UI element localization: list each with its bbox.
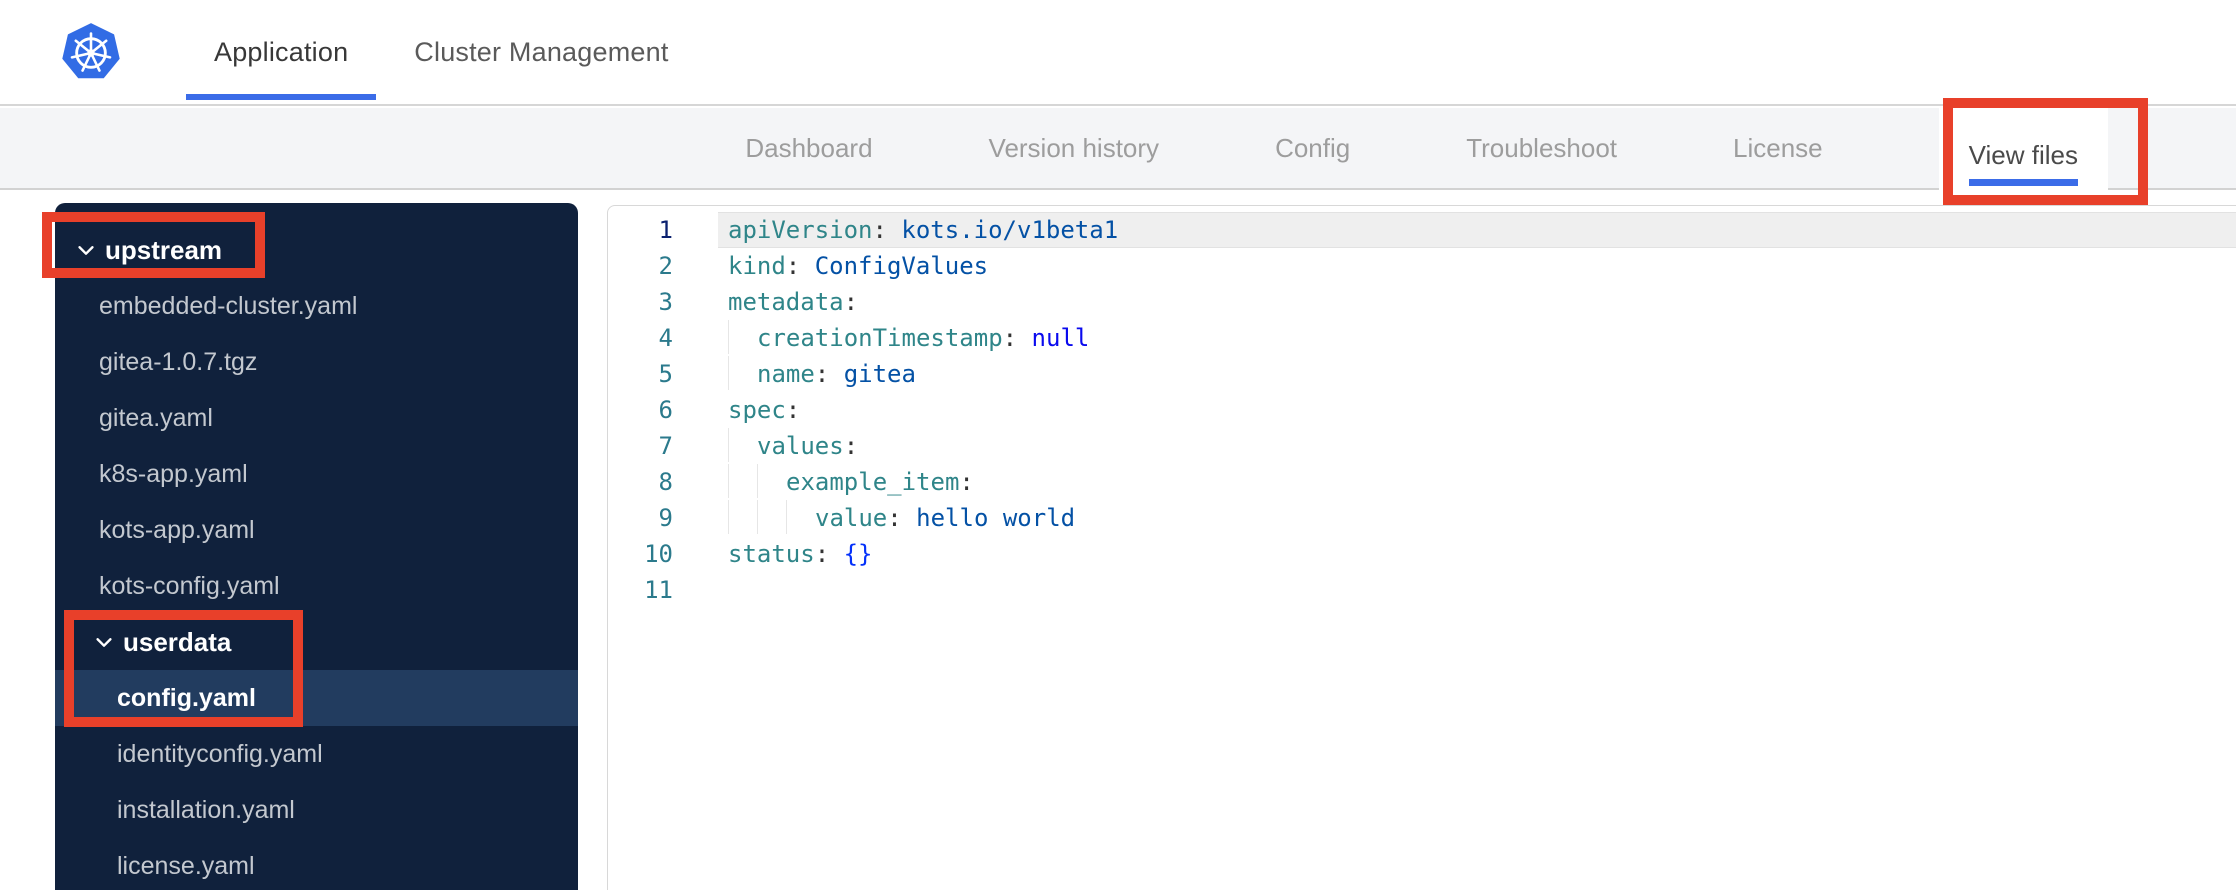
code-line: 10 status: {} [608, 536, 2236, 572]
code-editor[interactable]: 1 apiVersion: kots.io/v1beta1 2 kind: Co… [607, 205, 2236, 890]
token-key: name [757, 360, 815, 388]
line-number: 5 [658, 360, 673, 388]
token-punc: : [872, 216, 902, 244]
tree-file-embedded-cluster-yaml[interactable]: embedded-cluster.yaml [55, 278, 578, 334]
token-val: gitea [843, 360, 916, 388]
top-tab-bar: Application Cluster Management [186, 0, 697, 104]
token-punc: : [785, 396, 801, 424]
kubernetes-logo [62, 22, 120, 84]
subnav-item-dashboard[interactable]: Dashboard [745, 108, 872, 188]
tree-file-config-yaml[interactable]: config.yaml [55, 670, 578, 726]
tree-file-gitea-yaml[interactable]: gitea.yaml [55, 390, 578, 446]
token-key: values [757, 432, 844, 460]
line-content: creationTimestamp: null [718, 320, 2236, 356]
tree-file-identityconfig-yaml[interactable]: identityconfig.yaml [55, 726, 578, 782]
line-content: example_item: [718, 464, 2236, 500]
code-line: 6 spec: [608, 392, 2236, 428]
subnav-item-version-history[interactable]: Version history [989, 108, 1160, 188]
chevron-down-icon [96, 638, 112, 647]
token-key: creationTimestamp [757, 324, 1003, 352]
line-content: spec: [718, 392, 2236, 428]
token-key: status [728, 540, 815, 568]
line-number: 9 [658, 504, 673, 532]
token-punc: : [814, 360, 844, 388]
line-number: 4 [658, 324, 673, 352]
kots-admin-console: Application Cluster Management Dashboard V… [0, 0, 2236, 890]
line-content: metadata: [718, 284, 2236, 320]
token-key: value [815, 504, 888, 532]
top-bar: Application Cluster Management [0, 0, 2236, 106]
file-tree-sidebar: upstream embedded-cluster.yaml gitea-1.0… [55, 203, 578, 890]
subnav-item-license[interactable]: License [1733, 108, 1823, 188]
line-number: 7 [658, 432, 673, 460]
line-number: 8 [658, 468, 673, 496]
code-line: 7 values: [608, 428, 2236, 464]
top-tab-application[interactable]: Application [186, 0, 377, 104]
token-punc: : [843, 432, 859, 460]
token-val: ConfigValues [814, 252, 989, 280]
code-line: 4 creationTimestamp: null [608, 320, 2236, 356]
code-line: 1 apiVersion: kots.io/v1beta1 [608, 212, 2236, 248]
line-number: 6 [658, 396, 673, 424]
code-line: 2 kind: ConfigValues [608, 248, 2236, 284]
tree-file-gitea-1-0-7-tgz[interactable]: gitea-1.0.7.tgz [55, 334, 578, 390]
tree-file-kots-app-yaml[interactable]: kots-app.yaml [55, 502, 578, 558]
line-number: 1 [658, 216, 673, 244]
indent-guide [728, 428, 757, 462]
indent-guide [728, 464, 757, 498]
tree-file-license-yaml[interactable]: license.yaml [55, 838, 578, 890]
token-bracket: {} [843, 540, 873, 568]
tree-file-kots-config-yaml[interactable]: kots-config.yaml [55, 558, 578, 614]
subnav-item-troubleshoot[interactable]: Troubleshoot [1466, 108, 1617, 188]
tree-file-k8s-app-yaml[interactable]: k8s-app.yaml [55, 446, 578, 502]
tree-folder-userdata[interactable]: userdata [55, 614, 578, 670]
token-key: spec [728, 396, 786, 424]
token-punc: : [887, 504, 917, 532]
indent-guide [728, 356, 757, 390]
token-punc: : [1002, 324, 1032, 352]
indent-guide [728, 320, 757, 354]
code-line: 9 value: hello world [608, 500, 2236, 536]
line-content: kind: ConfigValues [718, 248, 2236, 284]
code-line: 11 [608, 572, 2236, 608]
token-key: example_item [786, 468, 960, 496]
line-content: values: [718, 428, 2236, 464]
token-key: kind [728, 252, 786, 280]
token-val: hello world [916, 504, 1076, 532]
token-punc: : [814, 540, 844, 568]
indent-guide [757, 464, 786, 498]
tree-folder-upstream[interactable]: upstream [55, 222, 578, 278]
line-content: status: {} [718, 536, 2236, 572]
subnav-item-view-files[interactable]: View files [1938, 108, 2108, 202]
tree-file-installation-yaml[interactable]: installation.yaml [55, 782, 578, 838]
token-null: null [1031, 324, 1090, 352]
line-number: 11 [644, 576, 673, 604]
code-line: 5 name: gitea [608, 356, 2236, 392]
line-content: name: gitea [718, 356, 2236, 392]
subnav-item-config[interactable]: Config [1275, 108, 1350, 188]
indent-guide [786, 500, 815, 534]
token-key: apiVersion [728, 216, 873, 244]
token-punc: : [843, 288, 859, 316]
code-line: 3 metadata: [608, 284, 2236, 320]
line-content: apiVersion: kots.io/v1beta1 [718, 212, 2236, 248]
token-punc: : [785, 252, 815, 280]
token-key: metadata [728, 288, 844, 316]
line-content [718, 572, 2236, 608]
line-number: 10 [644, 540, 673, 568]
indent-guide [757, 500, 786, 534]
subnav-bar: Dashboard Version history Config Troublesho… [0, 108, 2236, 202]
line-number: 3 [658, 288, 673, 316]
token-val: kots.io/v1beta1 [901, 216, 1119, 244]
indent-guide [728, 500, 757, 534]
line-number: 2 [658, 252, 673, 280]
chevron-down-icon [78, 246, 94, 255]
code-line: 8 example_item: [608, 464, 2236, 500]
top-tab-cluster-management[interactable]: Cluster Management [386, 0, 696, 104]
line-content: value: hello world [718, 500, 2236, 536]
token-punc: : [959, 468, 974, 496]
